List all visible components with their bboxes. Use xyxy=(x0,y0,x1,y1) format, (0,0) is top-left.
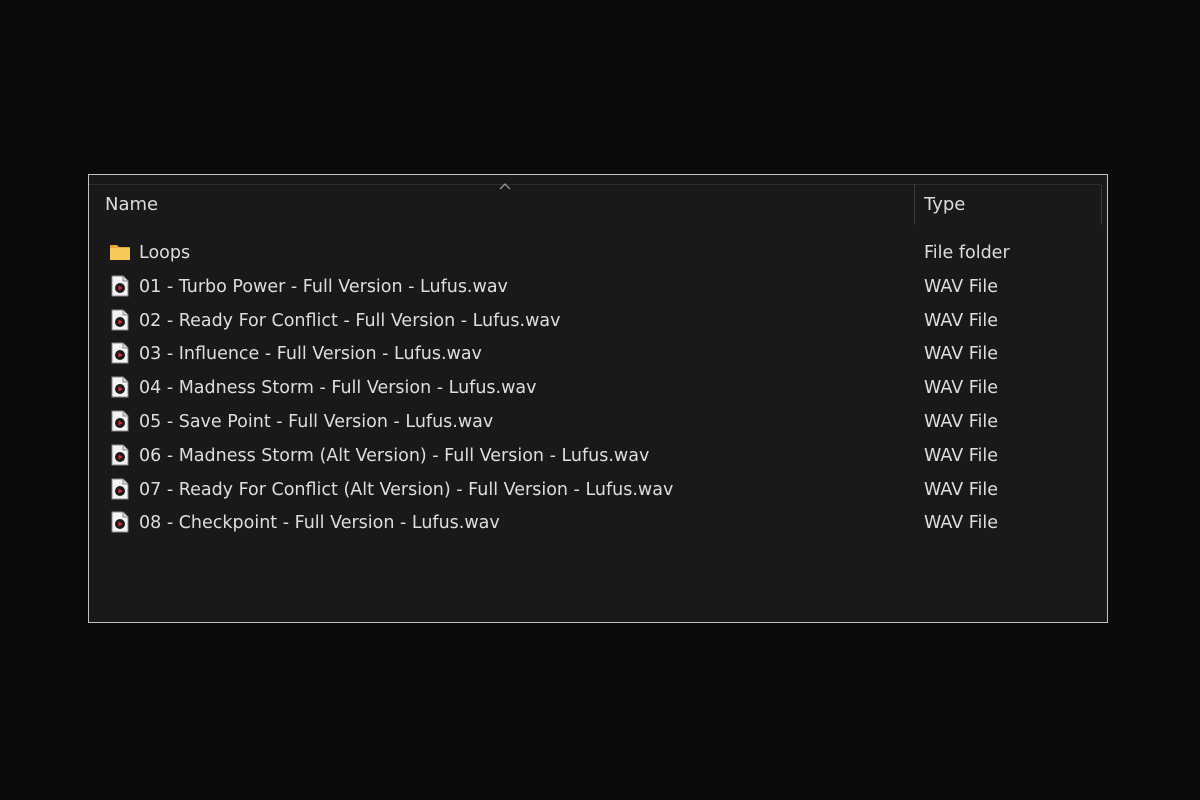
item-type: WAV File xyxy=(924,378,999,399)
item-name: 01 - Turbo Power - Full Version - Lufus.… xyxy=(139,276,508,297)
wav-file-icon xyxy=(111,342,129,364)
wav-file-icon xyxy=(111,444,129,466)
column-divider[interactable] xyxy=(914,185,915,225)
item-type: WAV File xyxy=(924,310,999,331)
column-header-type[interactable]: Type xyxy=(924,185,1094,225)
column-header-name[interactable]: Name xyxy=(105,185,913,225)
item-type: WAV File xyxy=(924,411,999,432)
wav-file-icon xyxy=(111,410,129,432)
wav-file-icon xyxy=(111,309,129,331)
list-item[interactable]: 02 - Ready For Conflict - Full Version -… xyxy=(89,304,1102,338)
list-item[interactable]: 05 - Save Point - Full Version - Lufus.w… xyxy=(89,405,1102,439)
item-type: WAV File xyxy=(924,445,999,466)
list-item[interactable]: 06 - Madness Storm (Alt Version) - Full … xyxy=(89,439,1102,473)
file-list: Loops File folder 01 - Turbo Power - Ful… xyxy=(89,236,1102,540)
list-item[interactable]: 07 - Ready For Conflict (Alt Version) - … xyxy=(89,473,1102,507)
item-name: 06 - Madness Storm (Alt Version) - Full … xyxy=(139,445,650,466)
item-name: 08 - Checkpoint - Full Version - Lufus.w… xyxy=(139,513,500,534)
file-list-panel: Name Type Loops File folder 01 - Turbo P… xyxy=(88,174,1108,623)
item-type: File folder xyxy=(924,243,1010,263)
item-name: 05 - Save Point - Full Version - Lufus.w… xyxy=(139,411,494,432)
wav-file-icon xyxy=(111,376,129,398)
list-item[interactable]: 08 - Checkpoint - Full Version - Lufus.w… xyxy=(89,506,1102,540)
item-name: 02 - Ready For Conflict - Full Version -… xyxy=(139,310,561,331)
column-divider[interactable] xyxy=(1101,185,1102,225)
folder-icon xyxy=(110,245,130,260)
list-item[interactable]: 04 - Madness Storm - Full Version - Lufu… xyxy=(89,371,1102,405)
item-type: WAV File xyxy=(924,344,999,365)
wav-file-icon xyxy=(111,478,129,500)
wav-file-icon xyxy=(111,511,129,533)
item-name: 07 - Ready For Conflict (Alt Version) - … xyxy=(139,479,674,500)
list-item[interactable]: 01 - Turbo Power - Full Version - Lufus.… xyxy=(89,270,1102,304)
item-type: WAV File xyxy=(924,513,999,534)
list-item[interactable]: Loops File folder xyxy=(89,236,1102,270)
item-name: 04 - Madness Storm - Full Version - Lufu… xyxy=(139,378,537,399)
item-type: WAV File xyxy=(924,479,999,500)
item-type: WAV File xyxy=(924,276,999,297)
wav-file-icon xyxy=(111,275,129,297)
list-item[interactable]: 03 - Influence - Full Version - Lufus.wa… xyxy=(89,337,1102,371)
item-name: Loops xyxy=(139,243,191,263)
item-name: 03 - Influence - Full Version - Lufus.wa… xyxy=(139,344,482,365)
